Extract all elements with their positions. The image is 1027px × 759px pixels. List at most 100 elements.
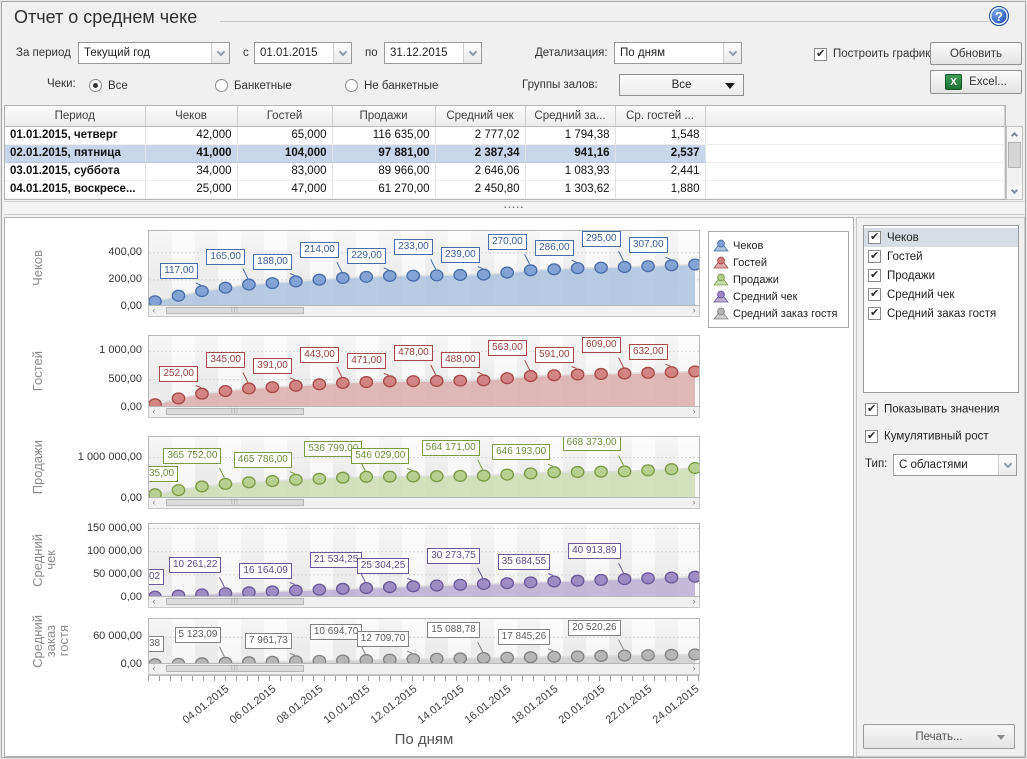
scroll-right-icon[interactable]: › — [689, 498, 699, 507]
radio-banquet[interactable]: Банкетные — [215, 77, 292, 95]
chart-horizontal-scrollbar[interactable]: ‹ ||| › — [148, 407, 700, 418]
chart-horizontal-scrollbar[interactable]: ‹ ||| › — [148, 664, 700, 675]
y-axis-tick-label: 100 000,00 — [87, 545, 142, 557]
data-point-marker — [431, 653, 443, 664]
column-header[interactable]: Ср. гостей ... — [615, 106, 705, 126]
scroll-right-icon[interactable]: › — [689, 407, 699, 416]
data-point-marker — [337, 655, 349, 664]
data-point-marker — [618, 650, 630, 661]
checkbox-checked-icon[interactable] — [868, 288, 881, 301]
scroll-left-icon[interactable]: ‹ — [149, 498, 159, 507]
chart-type-select[interactable]: С областями — [893, 454, 1017, 476]
data-point-label: 188,00 — [253, 254, 292, 270]
table-row[interactable]: 01.01.2015, четверг42,00065,000116 635,0… — [5, 126, 1005, 144]
column-header[interactable]: Период — [5, 106, 145, 126]
date-to-select[interactable]: 31.12.2015 — [384, 42, 482, 64]
data-point-marker — [595, 369, 607, 380]
print-button[interactable]: Печать... — [863, 724, 1015, 749]
column-header[interactable]: Чеков — [145, 106, 237, 126]
scrollbar-thumb[interactable]: ||| — [166, 665, 304, 672]
scroll-left-icon[interactable]: ‹ — [149, 597, 159, 606]
data-point-label: 391,00 — [253, 358, 292, 374]
scroll-down-icon[interactable] — [1007, 185, 1022, 199]
checkbox-checked-icon[interactable] — [868, 250, 881, 263]
date-from-select[interactable]: 01.01.2015 — [254, 42, 352, 64]
column-header[interactable]: Средний за... — [525, 106, 615, 126]
table-row[interactable]: 04.01.2015, воскресе...25,00047,00061 27… — [5, 180, 1005, 198]
data-point-marker — [219, 657, 231, 664]
data-point-marker — [219, 282, 231, 293]
radio-non-banquet[interactable]: Не банкетные — [345, 77, 438, 95]
chevron-down-icon[interactable] — [998, 455, 1016, 475]
scrollbar-thumb[interactable]: ||| — [166, 408, 304, 415]
data-point-marker — [219, 386, 231, 397]
scroll-left-icon[interactable]: ‹ — [149, 407, 159, 416]
data-point-marker — [571, 651, 583, 662]
scroll-right-icon[interactable]: › — [689, 664, 699, 673]
table-row[interactable]: 03.01.2015, суббота34,00083,00089 966,00… — [5, 162, 1005, 180]
chart-horizontal-scrollbar[interactable]: ‹ ||| › — [148, 306, 700, 317]
series-list-item[interactable]: Средний чек — [864, 285, 1018, 304]
build-chart-checkbox[interactable] — [814, 46, 827, 64]
radio-all[interactable]: Все — [89, 77, 128, 95]
date-from-value: 01.01.2015 — [260, 47, 318, 59]
chart-row: Продажи0,001 000 000,0035,00365 752,0046… — [5, 436, 853, 509]
period-select[interactable]: Текущий год — [78, 42, 230, 64]
series-list-item[interactable]: Гостей — [864, 247, 1018, 266]
data-point-marker — [337, 583, 349, 594]
excel-icon: X — [945, 74, 962, 90]
column-header[interactable]: Продажи — [332, 106, 435, 126]
detail-select[interactable]: По дням — [614, 42, 742, 64]
cumulative-checkbox[interactable]: Кумулятивный рост — [865, 430, 989, 443]
data-point-label: 270,00 — [488, 234, 527, 250]
excel-button[interactable]: X Excel... — [930, 70, 1022, 94]
data-point-marker — [337, 472, 349, 483]
chevron-down-icon[interactable] — [723, 43, 741, 63]
x-axis-tick-label: 06.01.2015 — [228, 683, 279, 726]
data-point-marker — [689, 649, 700, 660]
chevron-down-icon[interactable] — [333, 43, 351, 63]
value-cell: 2 646,06 — [435, 162, 525, 180]
chart-horizontal-scrollbar[interactable]: ‹ ||| › — [148, 498, 700, 509]
scrollbar-thumb[interactable]: ||| — [166, 499, 304, 506]
column-header-filler — [705, 106, 1005, 126]
series-list-item[interactable]: Средний заказ гостя — [864, 304, 1018, 323]
scrollbar-thumb[interactable] — [1008, 142, 1021, 168]
period-cell: 01.01.2015, четверг — [5, 126, 145, 144]
chevron-down-icon[interactable] — [211, 43, 229, 63]
scrollbar-thumb[interactable]: ||| — [166, 598, 304, 605]
chevron-down-icon[interactable] — [463, 43, 481, 63]
series-list-item[interactable]: Чеков — [864, 228, 1018, 247]
data-point-label: 17 845,26 — [498, 629, 551, 645]
data-point-label: 365 752,00 — [163, 448, 221, 464]
hall-groups-dropdown[interactable]: Все — [619, 74, 744, 96]
area-series-icon — [713, 290, 729, 303]
data-point-marker — [642, 367, 654, 378]
table-row[interactable]: 02.01.2015, пятница41,000104,00097 881,0… — [5, 144, 1005, 162]
scrollbar-thumb[interactable]: ||| — [166, 307, 304, 314]
radio-all-label: Все — [108, 80, 128, 92]
refresh-button[interactable]: Обновить — [930, 42, 1022, 65]
show-values-checkbox[interactable]: Показывать значения — [865, 403, 999, 416]
data-point-label: 488,00 — [441, 352, 480, 368]
table-vertical-scrollbar[interactable] — [1006, 126, 1023, 200]
checkbox-checked-icon[interactable] — [868, 231, 881, 244]
help-icon[interactable]: ? — [989, 6, 1009, 26]
checkbox-checked-icon[interactable] — [868, 307, 881, 320]
value-cell: 2,537 — [615, 144, 705, 162]
scroll-left-icon[interactable]: ‹ — [149, 306, 159, 315]
x-axis-tick-label: 04.01.2015 — [181, 683, 232, 726]
scroll-right-icon[interactable]: › — [689, 306, 699, 315]
series-list-item[interactable]: Продажи — [864, 266, 1018, 285]
group-box-rule — [220, 21, 989, 22]
value-cell: 47,000 — [237, 180, 332, 198]
chart-horizontal-scrollbar[interactable]: ‹ ||| › — [148, 597, 700, 608]
checkbox-checked-icon[interactable] — [868, 269, 881, 282]
splitter-handle[interactable]: ▪▪▪▪▪ — [4, 201, 1025, 215]
scroll-up-icon[interactable] — [1007, 127, 1022, 141]
column-header[interactable]: Средний чек — [435, 106, 525, 126]
chart-settings-panel: ЧековГостейПродажиСредний чекСредний зак… — [856, 217, 1025, 757]
scroll-left-icon[interactable]: ‹ — [149, 664, 159, 673]
column-header[interactable]: Гостей — [237, 106, 332, 126]
scroll-right-icon[interactable]: › — [689, 597, 699, 606]
